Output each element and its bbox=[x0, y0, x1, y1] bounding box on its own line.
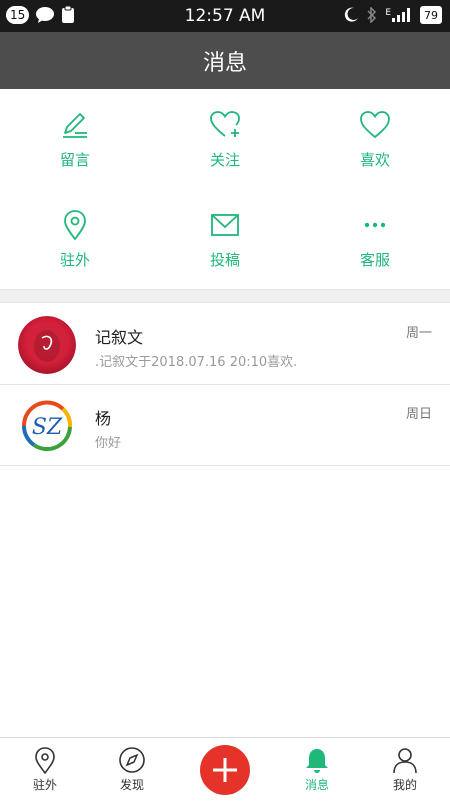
location-pin-icon bbox=[64, 210, 86, 241]
message-row[interactable]: 记叙文 .记叙文于2018.07.16 20:10喜欢. 周一 bbox=[0, 304, 450, 385]
message-row[interactable]: SZ 杨 你好 周日 bbox=[0, 385, 450, 466]
location-pin-icon bbox=[35, 747, 55, 774]
action-grid: 留言 关注 喜欢 驻外 投稿 客服 bbox=[0, 89, 450, 289]
action-like[interactable]: 喜欢 bbox=[300, 89, 450, 189]
avatar bbox=[18, 316, 76, 374]
action-submit[interactable]: 投稿 bbox=[150, 189, 300, 289]
network-type: E bbox=[385, 8, 391, 18]
action-stationed[interactable]: 驻外 bbox=[0, 189, 150, 289]
section-divider bbox=[0, 289, 450, 303]
signal-icon bbox=[392, 8, 410, 22]
bottom-nav: 驻外 发现 消息 我的 bbox=[0, 737, 450, 801]
action-leave-message[interactable]: 留言 bbox=[0, 89, 150, 189]
nav-label: 发现 bbox=[119, 778, 144, 792]
message-preview: 你好 bbox=[95, 436, 122, 451]
nav-item-messages[interactable]: 消息 bbox=[272, 738, 362, 801]
nav-item-profile[interactable]: 我的 bbox=[360, 738, 450, 801]
nav-label: 驻外 bbox=[32, 778, 57, 792]
action-label: 喜欢 bbox=[359, 151, 390, 169]
battery-icon: 79 bbox=[420, 6, 442, 24]
heart-icon bbox=[360, 111, 390, 139]
plus-icon bbox=[213, 758, 237, 782]
status-bar: 15 12:57 AM E 79 bbox=[0, 0, 450, 32]
nav-item-stationed[interactable]: 驻外 bbox=[0, 738, 90, 801]
avatar: SZ bbox=[18, 397, 76, 455]
message-sender: 记叙文 bbox=[95, 328, 144, 347]
page-title: 消息 bbox=[202, 50, 247, 76]
message-day: 周一 bbox=[405, 326, 432, 341]
bell-icon bbox=[306, 749, 328, 773]
message-sender: 杨 bbox=[95, 409, 112, 428]
publish-button[interactable] bbox=[200, 745, 250, 795]
more-dots-icon bbox=[364, 222, 386, 228]
action-label: 留言 bbox=[59, 151, 90, 169]
message-day: 周日 bbox=[405, 407, 432, 422]
action-label: 客服 bbox=[359, 251, 390, 269]
action-follow[interactable]: 关注 bbox=[150, 89, 300, 189]
action-label: 投稿 bbox=[209, 251, 240, 269]
avatar-text: SZ bbox=[32, 415, 63, 440]
person-icon bbox=[393, 748, 417, 774]
bluetooth-icon bbox=[367, 7, 377, 23]
heart-plus-icon bbox=[210, 111, 240, 137]
compass-icon bbox=[119, 747, 145, 773]
envelope-icon bbox=[211, 214, 239, 236]
pen-icon bbox=[63, 113, 87, 138]
action-label: 关注 bbox=[209, 151, 240, 169]
app-header: 消息 bbox=[0, 32, 450, 89]
message-preview: .记叙文于2018.07.16 20:10喜欢. bbox=[95, 355, 298, 370]
nav-item-discover[interactable]: 发现 bbox=[87, 738, 177, 801]
nav-label: 我的 bbox=[392, 778, 417, 792]
action-customer-service[interactable]: 客服 bbox=[300, 189, 450, 289]
moon-icon bbox=[345, 7, 359, 22]
action-label: 驻外 bbox=[59, 251, 90, 269]
nav-label: 消息 bbox=[304, 778, 329, 792]
